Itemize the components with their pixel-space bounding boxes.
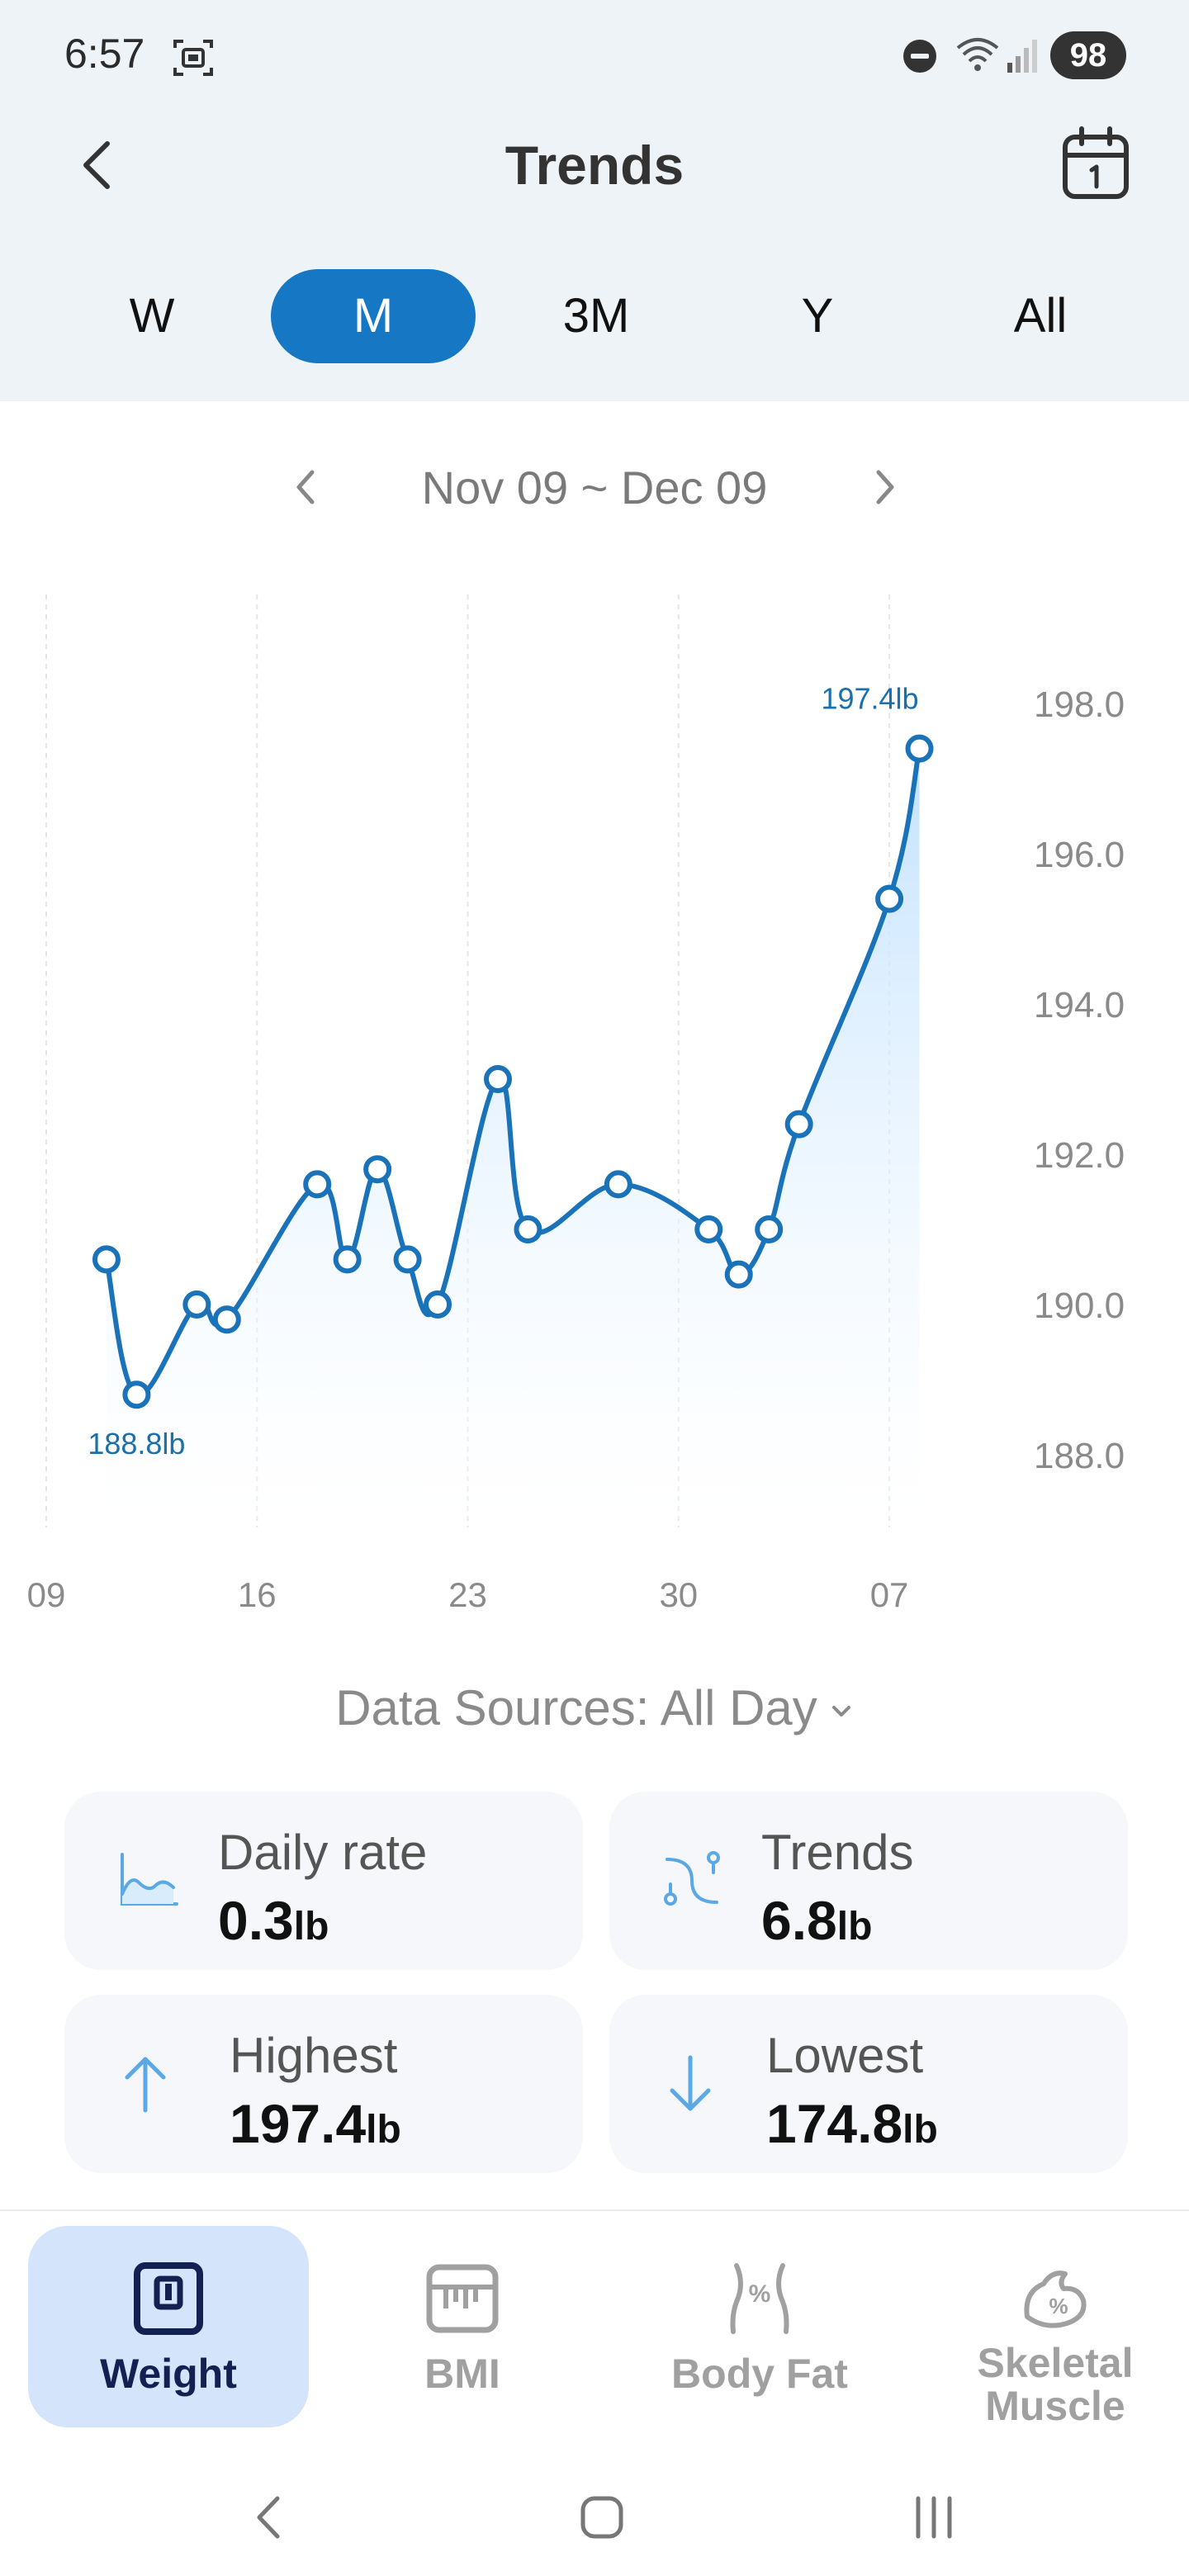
x-tick-label: 09 <box>27 1575 66 1614</box>
bottom-nav: Weight BMI % Body Fat % Skeletal Muscle <box>0 2213 1189 2460</box>
data-point[interactable] <box>875 884 904 913</box>
data-point[interactable] <box>604 1170 632 1199</box>
tab-year[interactable]: Y <box>768 269 867 363</box>
screenshot-icon <box>173 40 213 76</box>
data-point[interactable] <box>424 1290 452 1319</box>
data-point[interactable] <box>333 1245 362 1274</box>
data-point[interactable] <box>784 1110 813 1139</box>
y-tick-label: 196.0 <box>1034 835 1125 875</box>
y-tick-label: 194.0 <box>1034 985 1125 1025</box>
tab-all[interactable]: All <box>974 269 1106 363</box>
data-source-selector[interactable]: Data Sources: All Day <box>0 1678 1189 1739</box>
stat-card-trends: Trends 6.8lb <box>609 1792 1128 1970</box>
stat-value: 0.3lb <box>218 1890 329 1951</box>
data-point[interactable] <box>92 1245 121 1274</box>
y-tick-label: 188.0 <box>1034 1436 1125 1476</box>
data-point[interactable] <box>122 1380 151 1409</box>
tab-week[interactable]: W <box>102 269 201 363</box>
data-point[interactable] <box>755 1215 784 1243</box>
data-point[interactable] <box>724 1260 753 1289</box>
bmi-ruler-icon <box>426 2264 499 2333</box>
stat-card-daily-rate: Daily rate 0.3lb <box>64 1792 583 1970</box>
nav-label: Skeletal Muscle <box>977 2340 1134 2429</box>
header: 6:57 98 Trends W M 3M Y All <box>0 0 1189 401</box>
svg-text:%: % <box>749 2280 771 2308</box>
status-time: 6:57 <box>64 31 145 77</box>
page-title: Trends <box>504 135 685 196</box>
stat-value: 6.8lb <box>761 1890 873 1951</box>
nav-label: BMI <box>424 2351 500 2397</box>
data-source-label: Data Sources: All Day <box>335 1680 817 1735</box>
data-point[interactable] <box>905 734 934 763</box>
calendar-icon[interactable] <box>1059 124 1133 203</box>
data-point[interactable] <box>514 1215 542 1243</box>
status-bar: 6:57 98 <box>0 0 1189 107</box>
data-point[interactable] <box>212 1305 241 1334</box>
nav-skeletal-muscle[interactable]: % Skeletal Muscle <box>915 2226 1189 2427</box>
next-range-icon[interactable] <box>864 462 905 512</box>
muscle-icon: % <box>1024 2271 1087 2328</box>
stat-card-highest: Highest 197.4lb <box>64 1995 583 2173</box>
x-tick-label: 07 <box>870 1575 909 1614</box>
wifi-icon <box>956 38 999 71</box>
data-point[interactable] <box>303 1170 332 1199</box>
weight-trend-chart: 198.0 196.0 194.0 192.0 190.0 188.0 09 16 23 30 0… <box>27 594 1125 1614</box>
stat-value: 174.8lb <box>766 2093 938 2154</box>
x-tick-label: 23 <box>448 1575 487 1614</box>
y-tick-label: 190.0 <box>1034 1286 1125 1326</box>
x-tick-label: 16 <box>238 1575 277 1614</box>
arrow-up-icon <box>125 2057 166 2113</box>
y-tick-label: 192.0 <box>1034 1135 1125 1176</box>
system-back-icon[interactable] <box>231 2480 306 2555</box>
stat-label: Daily rate <box>218 1825 428 1880</box>
signal-icon <box>1007 40 1037 73</box>
stat-label: Trends <box>761 1825 914 1880</box>
data-point[interactable] <box>182 1290 211 1319</box>
system-recents-icon[interactable] <box>897 2480 971 2555</box>
system-navigation-bar <box>0 2460 1189 2576</box>
stat-label: Highest <box>230 2028 398 2083</box>
bottom-nav-divider <box>0 2209 1189 2211</box>
stat-value: 197.4lb <box>230 2093 401 2154</box>
nav-label: Body Fat <box>671 2351 848 2397</box>
data-point[interactable] <box>694 1215 723 1243</box>
tab-3-months[interactable]: 3M <box>532 269 661 363</box>
data-point[interactable] <box>393 1245 422 1274</box>
min-value-annotation: 188.8lb <box>88 1427 185 1461</box>
data-point[interactable] <box>363 1155 392 1184</box>
nav-weight[interactable]: Weight <box>28 2226 309 2427</box>
period-tabs: W M 3M Y All <box>0 269 1189 367</box>
data-point[interactable] <box>484 1065 512 1093</box>
stat-card-lowest: Lowest 174.8lb <box>609 1995 1128 2173</box>
max-value-annotation: 197.4lb <box>821 682 918 716</box>
previous-range-icon[interactable] <box>286 462 327 512</box>
chevron-down-icon <box>831 1706 850 1717</box>
nav-label: Weight <box>100 2351 237 2397</box>
body-fat-icon: % <box>730 2263 789 2334</box>
scale-icon <box>134 2262 203 2335</box>
arrow-down-icon <box>670 2055 711 2111</box>
nav-bmi[interactable]: BMI <box>322 2226 603 2427</box>
trend-curve-icon <box>664 1851 720 1906</box>
x-tick-label: 30 <box>659 1575 698 1614</box>
stat-label: Lowest <box>766 2028 924 2083</box>
battery-indicator: 98 <box>1050 31 1126 79</box>
system-home-icon[interactable] <box>565 2480 639 2555</box>
svg-text:%: % <box>1049 2294 1068 2318</box>
date-range-label: Nov 09 ~ Dec 09 <box>421 462 768 514</box>
y-tick-label: 198.0 <box>1034 684 1125 725</box>
area-chart-icon <box>121 1853 178 1906</box>
tab-month[interactable]: M <box>271 269 476 363</box>
nav-body-fat[interactable]: % Body Fat <box>619 2226 900 2427</box>
do-not-disturb-icon <box>903 40 936 73</box>
